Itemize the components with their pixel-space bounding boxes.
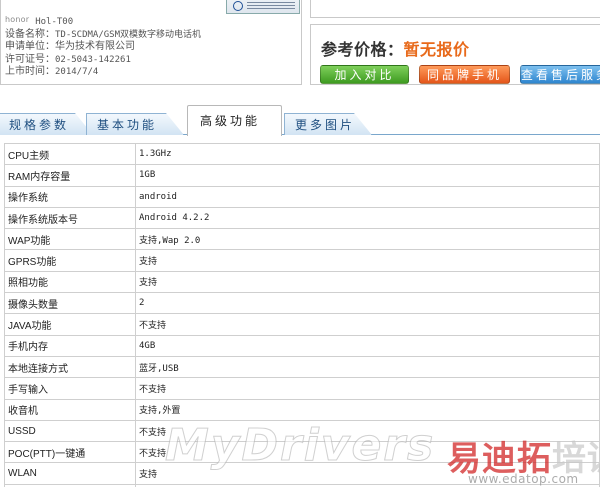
- spec-value-cell: 4GB: [135, 334, 600, 357]
- spec-value-cell: 不支持: [135, 441, 600, 464]
- spec-name-cell: 照相功能: [4, 270, 136, 294]
- table-row: 收音机 支持,外置: [4, 398, 600, 421]
- spec-name-cell: WLAN: [4, 462, 136, 485]
- table-row: JAVA功能 不支持: [4, 313, 600, 336]
- spec-line-label: 设备名称：: [5, 29, 55, 40]
- table-row: 操作系统 android: [4, 185, 600, 208]
- spec-name-cell: 本地连接方式: [4, 355, 136, 379]
- tab-basic-functions[interactable]: 基本功能: [86, 113, 184, 135]
- tab-specs[interactable]: 规格参数: [0, 113, 93, 135]
- advanced-spec-table: CPU主频 1.3GHz RAM内存容量 1GB 操作系统 android 操作系统版本号 A…: [4, 142, 600, 487]
- spec-line-value: 2014/7/4: [55, 67, 99, 78]
- spec-name-cell: CPU主频: [4, 142, 136, 166]
- table-row: 摄像头数量 2: [4, 292, 600, 315]
- add-to-compare-button[interactable]: 加入对比: [320, 65, 409, 84]
- spec-line-label: 上市时间：: [5, 66, 55, 78]
- table-row: 手机内存 4GB: [4, 334, 600, 357]
- spec-name-cell: USSD: [4, 419, 136, 443]
- table-row: GPRS功能 支持: [4, 249, 600, 272]
- spec-line-value: TD-SCDMA/GSM双模数字移动电话机: [55, 30, 202, 40]
- model-code: Hol-T00: [35, 17, 74, 27]
- spec-name-cell: 操作系统版本号: [4, 206, 136, 230]
- tab-more-pictures[interactable]: 更多图片: [284, 113, 372, 135]
- tab-advanced-functions[interactable]: 高级功能: [187, 105, 282, 136]
- table-row: CPU主频 1.3GHz: [4, 142, 600, 166]
- spec-value-cell: 不支持: [135, 377, 600, 400]
- table-row: 照相功能 支持: [4, 270, 600, 294]
- spec-name-cell: WAP功能: [4, 228, 136, 251]
- spec-name-cell: 摄像头数量: [4, 292, 136, 315]
- spec-line-value: 华为技术有限公司: [55, 41, 135, 53]
- spec-table-body: CPU主频 1.3GHz RAM内存容量 1GB 操作系统 android 操作系统版本号 A…: [4, 142, 600, 487]
- price-panel-top-strip: [310, 0, 600, 18]
- spec-value-cell: 1GB: [135, 164, 600, 187]
- spec-line-value: 02-5043-142261: [55, 54, 131, 65]
- spec-value-cell: 蓝牙,USB: [135, 355, 600, 379]
- brand-logo: honor: [5, 15, 30, 24]
- tab-bar: 规格参数 基本功能 高级功能 更多图片: [0, 104, 600, 136]
- price-panel: 参考价格： 暂无报价 加入对比 同品牌手机 查看售后服务: [310, 24, 600, 85]
- seal-text-lines: [247, 2, 295, 10]
- spec-value-cell: 1.3GHz: [135, 142, 600, 166]
- seal-emblem-icon: [233, 1, 243, 11]
- table-row: USSD 不支持: [4, 419, 600, 443]
- spec-name-cell: 操作系统: [4, 185, 136, 208]
- spec-name-cell: 手机内存: [4, 334, 136, 357]
- table-row: 手写输入 不支持: [4, 377, 600, 400]
- table-row: 本地连接方式 蓝牙,USB: [4, 355, 600, 379]
- spec-line-label: 许可证号：: [5, 53, 55, 65]
- price-label: 参考价格：: [321, 42, 404, 59]
- spec-value-cell: Android 4.2.2: [135, 206, 600, 230]
- spec-line-license: 许可证号：02-5043-142261: [5, 54, 201, 66]
- price-row: 参考价格： 暂无报价: [321, 36, 470, 60]
- spec-value-cell: 支持: [135, 270, 600, 294]
- spec-name-cell: 手写输入: [4, 377, 136, 400]
- spec-value-cell: android: [135, 185, 600, 208]
- spec-value-cell: 2: [135, 292, 600, 315]
- spec-name-cell: RAM内存容量: [4, 164, 136, 187]
- spec-name-cell: 收音机: [4, 398, 136, 421]
- spec-value-cell: 支持,外置: [135, 398, 600, 421]
- after-sales-service-button[interactable]: 查看售后服务: [520, 65, 600, 84]
- spec-name-cell: GPRS功能: [4, 249, 136, 272]
- spec-value-cell: 支持: [135, 249, 600, 272]
- table-row: POC(PTT)一键通 不支持: [4, 441, 600, 464]
- spec-value-cell: 不支持: [135, 313, 600, 336]
- table-row: WLAN 支持: [4, 462, 600, 485]
- certification-seal-image: [226, 0, 300, 14]
- spec-value-cell: 不支持: [135, 419, 600, 443]
- spec-line-applicant: 申请单位：华为技术有限公司: [5, 41, 201, 53]
- table-row: RAM内存容量 1GB: [4, 164, 600, 187]
- table-row: 操作系统版本号 Android 4.2.2: [4, 206, 600, 230]
- same-brand-phones-button[interactable]: 同品牌手机: [419, 65, 510, 84]
- device-info-panel: honor Hol-T00 设备名称：TD-SCDMA/GSM双模数字移动电话机…: [0, 0, 302, 85]
- table-row: WAP功能 支持,Wap 2.0: [4, 228, 600, 251]
- spec-value-cell: 支持,Wap 2.0: [135, 228, 600, 251]
- brand-row: honor Hol-T00: [5, 14, 74, 27]
- spec-line-launch-date: 上市时间：2014/7/4: [5, 66, 201, 78]
- spec-name-cell: JAVA功能: [4, 313, 136, 336]
- spec-line-label: 申请单位：: [5, 41, 55, 53]
- spec-value-cell: 支持: [135, 462, 600, 485]
- device-spec-lines: 设备名称：TD-SCDMA/GSM双模数字移动电话机 申请单位：华为技术有限公司…: [5, 29, 201, 79]
- spec-line-device-name: 设备名称：TD-SCDMA/GSM双模数字移动电话机: [5, 29, 201, 41]
- spec-name-cell: POC(PTT)一键通: [4, 441, 136, 464]
- price-value: 暂无报价: [403, 42, 470, 59]
